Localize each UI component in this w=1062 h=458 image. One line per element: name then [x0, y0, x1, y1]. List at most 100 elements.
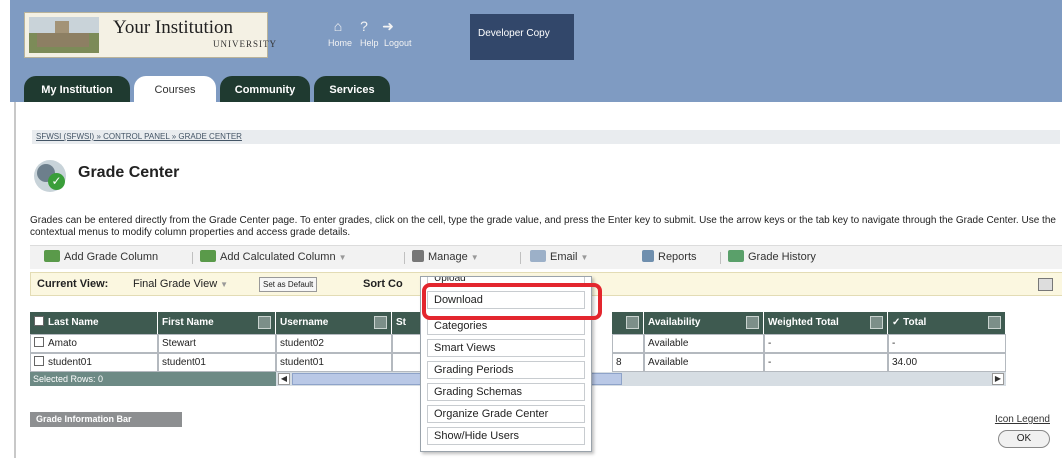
institution-subtitle: UNIVERSITY	[213, 39, 277, 49]
table-cell[interactable]: -	[764, 334, 888, 353]
help-link[interactable]: Help	[360, 38, 379, 48]
manage-menu-button[interactable]: Manage ▼	[412, 250, 479, 263]
row-checkbox[interactable]	[34, 356, 44, 366]
email-icon	[530, 250, 546, 262]
set-as-default-button[interactable]: Set as Default	[259, 277, 318, 292]
instructions-text: Grades can be entered directly from the …	[30, 215, 1056, 238]
select-all-checkbox[interactable]	[34, 316, 44, 326]
icon-legend-link[interactable]: Icon Legend	[995, 414, 1050, 425]
column-header-availability[interactable]: Availability	[644, 312, 764, 334]
table-cell[interactable]: Stewart	[158, 334, 276, 353]
reports-label: Reports	[658, 251, 697, 263]
column-header-total[interactable]: ✓ Total	[888, 312, 1006, 334]
chevron-down-icon: ▼	[220, 280, 229, 289]
column-header-weighted-total[interactable]: Weighted Total	[764, 312, 888, 334]
column-menu-icon[interactable]	[746, 316, 759, 329]
table-cell[interactable]: Amato	[30, 334, 158, 353]
column-header-last-name[interactable]: Last Name	[30, 312, 158, 334]
scroll-left-icon[interactable]: ◀	[278, 373, 290, 385]
chevron-down-icon: ▼	[338, 253, 347, 262]
developer-copy-badge: Developer Copy	[470, 14, 574, 60]
tab-my-institution[interactable]: My Institution	[24, 76, 130, 104]
table-cell[interactable]: student02	[276, 334, 392, 353]
chevron-down-icon: ▼	[580, 253, 589, 262]
table-cell[interactable]: student01	[158, 353, 276, 372]
add-grade-column-button[interactable]: Add Grade Column	[44, 250, 158, 263]
home-link[interactable]: Home	[328, 38, 352, 48]
reports-button[interactable]: Reports	[642, 250, 697, 263]
column-menu-icon[interactable]	[374, 316, 387, 329]
column-menu-icon[interactable]	[988, 316, 1001, 329]
manage-label: Manage	[428, 251, 468, 263]
header-area: Your Institution UNIVERSITY ⌂ ? ➜ Home H…	[0, 0, 1062, 112]
row-checkbox[interactable]	[34, 337, 44, 347]
column-menu-icon[interactable]	[870, 316, 883, 329]
toggle-view-icon[interactable]	[1038, 278, 1053, 291]
column-header-label: Total	[903, 317, 927, 328]
email-label: Email	[550, 251, 578, 263]
reports-icon	[642, 250, 654, 262]
scroll-right-icon[interactable]: ▶	[992, 373, 1004, 385]
column-header-first-name[interactable]: First Name	[158, 312, 276, 334]
cell-text: Amato	[48, 338, 77, 349]
current-view-value: Final Grade View	[133, 278, 218, 290]
toolbar-divider	[404, 252, 405, 264]
menu-item-show-hide-users[interactable]: Show/Hide Users	[427, 427, 585, 445]
column-header-username[interactable]: Username	[276, 312, 392, 334]
table-cell[interactable]: Available	[644, 334, 764, 353]
table-cell[interactable]: -	[888, 334, 1006, 353]
grade-history-button[interactable]: Grade History	[728, 250, 816, 263]
wrench-icon	[412, 250, 424, 262]
email-menu-button[interactable]: Email ▼	[530, 250, 588, 263]
column-menu-icon[interactable]	[258, 316, 271, 329]
sort-columns-label: Sort Co	[363, 278, 403, 290]
table-cell[interactable]: student01	[30, 353, 158, 372]
column-header-label: Username	[280, 317, 329, 328]
table-cell[interactable]: student01	[276, 353, 392, 372]
help-icon[interactable]: ?	[356, 18, 372, 34]
menu-item-grading-periods[interactable]: Grading Periods	[427, 361, 585, 379]
menu-item-organize-grade-center[interactable]: Organize Grade Center	[427, 405, 585, 423]
column-header-label: Availability	[648, 317, 701, 328]
current-view-select[interactable]: Final Grade View ▼	[133, 278, 228, 290]
toolbar-divider	[520, 252, 521, 264]
table-cell[interactable]: Available	[644, 353, 764, 372]
table-cell[interactable]	[612, 334, 644, 353]
table-cell[interactable]: 34.00	[888, 353, 1006, 372]
logout-icon[interactable]: ➜	[380, 18, 396, 34]
grade-center-icon	[34, 160, 66, 192]
menu-item-smart-views[interactable]: Smart Views	[427, 339, 585, 357]
breadcrumb[interactable]: SFWSI (SFWSI) » CONTROL PANEL » GRADE CE…	[32, 130, 1060, 144]
add-calculated-column-button[interactable]: Add Calculated Column ▼	[200, 250, 347, 263]
toolbar-divider	[192, 252, 193, 264]
menu-item-grading-schemas[interactable]: Grading Schemas	[427, 383, 585, 401]
top-navigation: ⌂ ? ➜ Home Help Logout	[326, 18, 446, 58]
add-grade-column-label: Add Grade Column	[64, 251, 159, 263]
table-cell[interactable]: -	[764, 353, 888, 372]
grade-center-toolbar: Add Grade Column Add Calculated Column ▼ …	[30, 245, 1062, 269]
column-menu-icon[interactable]	[626, 316, 639, 329]
column-header-label: Last Name	[48, 317, 99, 328]
home-icon[interactable]: ⌂	[330, 18, 346, 34]
download-highlight-annotation	[422, 283, 602, 320]
campus-building-icon	[29, 17, 99, 53]
breadcrumb-text[interactable]: SFWSI (SFWSI) » CONTROL PANEL » GRADE CE…	[36, 132, 242, 141]
column-header-label: Weighted Total	[768, 317, 839, 328]
tab-community[interactable]: Community	[220, 76, 310, 104]
table-cell[interactable]: 8	[612, 353, 644, 372]
tab-services[interactable]: Services	[314, 76, 390, 104]
ok-button[interactable]: OK	[998, 430, 1050, 448]
column-header-label: First Name	[162, 317, 214, 328]
cell-text: student01	[48, 357, 92, 368]
selected-rows-count: Selected Rows: 0	[30, 372, 276, 386]
grade-history-icon	[728, 250, 744, 262]
logout-link[interactable]: Logout	[384, 38, 412, 48]
column-header-hidden[interactable]	[612, 312, 644, 334]
toolbar-divider	[720, 252, 721, 264]
add-column-icon	[44, 250, 60, 262]
add-calculated-icon	[200, 250, 216, 262]
institution-logo[interactable]: Your Institution UNIVERSITY	[24, 12, 276, 58]
grade-information-bar: Grade Information Bar	[30, 412, 182, 427]
banner: Your Institution UNIVERSITY ⌂ ? ➜ Home H…	[10, 0, 1062, 106]
add-calculated-column-label: Add Calculated Column	[220, 251, 336, 263]
